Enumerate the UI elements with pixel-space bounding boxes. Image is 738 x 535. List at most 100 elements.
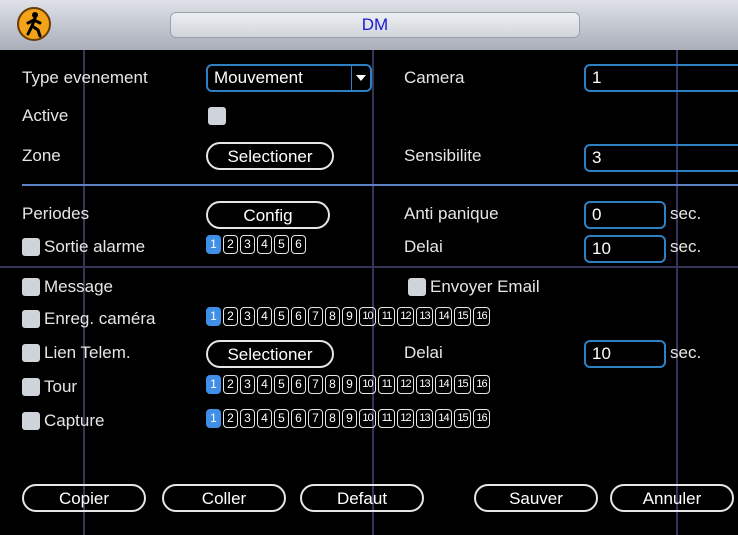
active-checkbox[interactable] [208, 107, 226, 125]
sensibilite-select[interactable]: 3 [584, 144, 738, 172]
channel-chip[interactable]: 14 [435, 409, 452, 428]
camera-select[interactable]: 1 [584, 64, 738, 92]
channel-chip[interactable]: 4 [257, 307, 272, 326]
channel-chip[interactable]: 9 [342, 307, 357, 326]
grid-line [0, 266, 738, 268]
active-label: Active [22, 106, 69, 125]
channel-chip[interactable]: 15 [454, 375, 471, 394]
alarm-output-chip[interactable]: 4 [257, 235, 272, 254]
channel-chip[interactable]: 2 [223, 409, 238, 428]
envoyer-email-checkbox[interactable] [408, 278, 426, 296]
channel-chip[interactable]: 11 [378, 307, 395, 326]
lien-telem-checkbox[interactable] [22, 344, 40, 362]
channel-chip[interactable]: 16 [473, 375, 490, 394]
delai2-input[interactable]: 10 [584, 340, 666, 368]
channel-chip[interactable]: 2 [223, 375, 238, 394]
title-bar: DM [0, 0, 738, 50]
alarm-output-chip[interactable]: 5 [274, 235, 289, 254]
channel-chip[interactable]: 1 [206, 307, 221, 326]
channel-chip[interactable]: 8 [325, 375, 340, 394]
sec-unit: sec. [670, 237, 702, 256]
channel-chip[interactable]: 13 [416, 307, 433, 326]
anti-panique-label: Anti panique [404, 204, 499, 223]
channel-chip[interactable]: 10 [359, 375, 376, 394]
coller-button[interactable]: Coller [162, 484, 286, 512]
sortie-alarme-label: Sortie alarme [44, 237, 146, 256]
channel-chip[interactable]: 5 [274, 409, 289, 428]
channel-chip[interactable]: 7 [308, 375, 323, 394]
delai-label: Delai [404, 237, 443, 256]
config-button[interactable]: Config [206, 201, 330, 229]
lien-select-button[interactable]: Selectioner [206, 340, 334, 368]
enreg-camera-checkbox[interactable] [22, 310, 40, 328]
message-label: Message [44, 277, 113, 296]
anti-panique-input[interactable]: 0 [584, 201, 666, 229]
channel-chip[interactable]: 14 [435, 375, 452, 394]
channel-chip[interactable]: 9 [342, 375, 357, 394]
channel-chip[interactable]: 9 [342, 409, 357, 428]
tour-channel-list: 1 2 3 4 5 6 7 8 9 10 11 12 13 14 15 16 [206, 375, 490, 394]
channel-chip[interactable]: 1 [206, 375, 221, 394]
channel-chip[interactable]: 6 [291, 307, 306, 326]
alarm-output-chip[interactable]: 3 [240, 235, 255, 254]
capture-channel-list: 1 2 3 4 5 6 7 8 9 10 11 12 13 14 15 16 [206, 409, 490, 428]
channel-chip[interactable]: 4 [257, 409, 272, 428]
channel-chip[interactable]: 8 [325, 307, 340, 326]
sauver-button[interactable]: Sauver [474, 484, 598, 512]
delai-input[interactable]: 10 [584, 235, 666, 263]
zone-select-button[interactable]: Selectioner [206, 142, 334, 170]
channel-chip[interactable]: 16 [473, 409, 490, 428]
channel-chip[interactable]: 11 [378, 375, 395, 394]
sensibilite-label: Sensibilite [404, 146, 482, 165]
channel-chip[interactable]: 8 [325, 409, 340, 428]
channel-chip[interactable]: 7 [308, 409, 323, 428]
channel-chip[interactable]: 13 [416, 409, 433, 428]
lien-telem-label: Lien Telem. [44, 343, 131, 362]
copier-button[interactable]: Copier [22, 484, 146, 512]
camera-value: 1 [592, 68, 602, 87]
channel-chip[interactable]: 15 [454, 409, 471, 428]
tour-label: Tour [44, 377, 78, 396]
periodes-label: Periodes [22, 204, 90, 223]
type-evenement-select[interactable]: Mouvement [206, 64, 372, 92]
alarm-output-chip[interactable]: 2 [223, 235, 238, 254]
channel-chip[interactable]: 4 [257, 375, 272, 394]
grid-line [676, 50, 678, 535]
channel-chip[interactable]: 10 [359, 409, 376, 428]
settings-panel: Type evenement Mouvement Camera 1 Active… [0, 50, 738, 535]
channel-chip[interactable]: 6 [291, 375, 306, 394]
channel-chip[interactable]: 2 [223, 307, 238, 326]
channel-chip[interactable]: 3 [240, 307, 255, 326]
channel-chip[interactable]: 12 [397, 409, 414, 428]
chevron-down-icon[interactable] [351, 66, 370, 90]
channel-chip[interactable]: 3 [240, 375, 255, 394]
sec-unit: sec. [670, 204, 702, 223]
dm-window: DM Type evenement Mouvement Camera 1 Act… [0, 0, 738, 535]
channel-chip[interactable]: 6 [291, 409, 306, 428]
alarm-output-chip[interactable]: 1 [206, 235, 221, 254]
channel-chip[interactable]: 5 [274, 307, 289, 326]
channel-chip[interactable]: 12 [397, 375, 414, 394]
channel-chip[interactable]: 14 [435, 307, 452, 326]
sensibilite-value: 3 [592, 148, 602, 167]
channel-chip[interactable]: 11 [378, 409, 395, 428]
defaut-button[interactable]: Defaut [300, 484, 424, 512]
channel-chip[interactable]: 15 [454, 307, 471, 326]
channel-chip[interactable]: 16 [473, 307, 490, 326]
channel-chip[interactable]: 1 [206, 409, 221, 428]
channel-chip[interactable]: 10 [359, 307, 376, 326]
alarm-output-chip[interactable]: 6 [291, 235, 306, 254]
channel-chip[interactable]: 7 [308, 307, 323, 326]
channel-chip[interactable]: 3 [240, 409, 255, 428]
capture-checkbox[interactable] [22, 412, 40, 430]
sortie-alarme-checkbox[interactable] [22, 238, 40, 256]
grid-line [372, 50, 374, 535]
record-channel-list: 1 2 3 4 5 6 7 8 9 10 11 12 13 14 15 16 [206, 307, 490, 326]
sec-unit: sec. [670, 343, 702, 362]
channel-chip[interactable]: 13 [416, 375, 433, 394]
message-checkbox[interactable] [22, 278, 40, 296]
channel-chip[interactable]: 5 [274, 375, 289, 394]
annuler-button[interactable]: Annuler [610, 484, 734, 512]
channel-chip[interactable]: 12 [397, 307, 414, 326]
tour-checkbox[interactable] [22, 378, 40, 396]
